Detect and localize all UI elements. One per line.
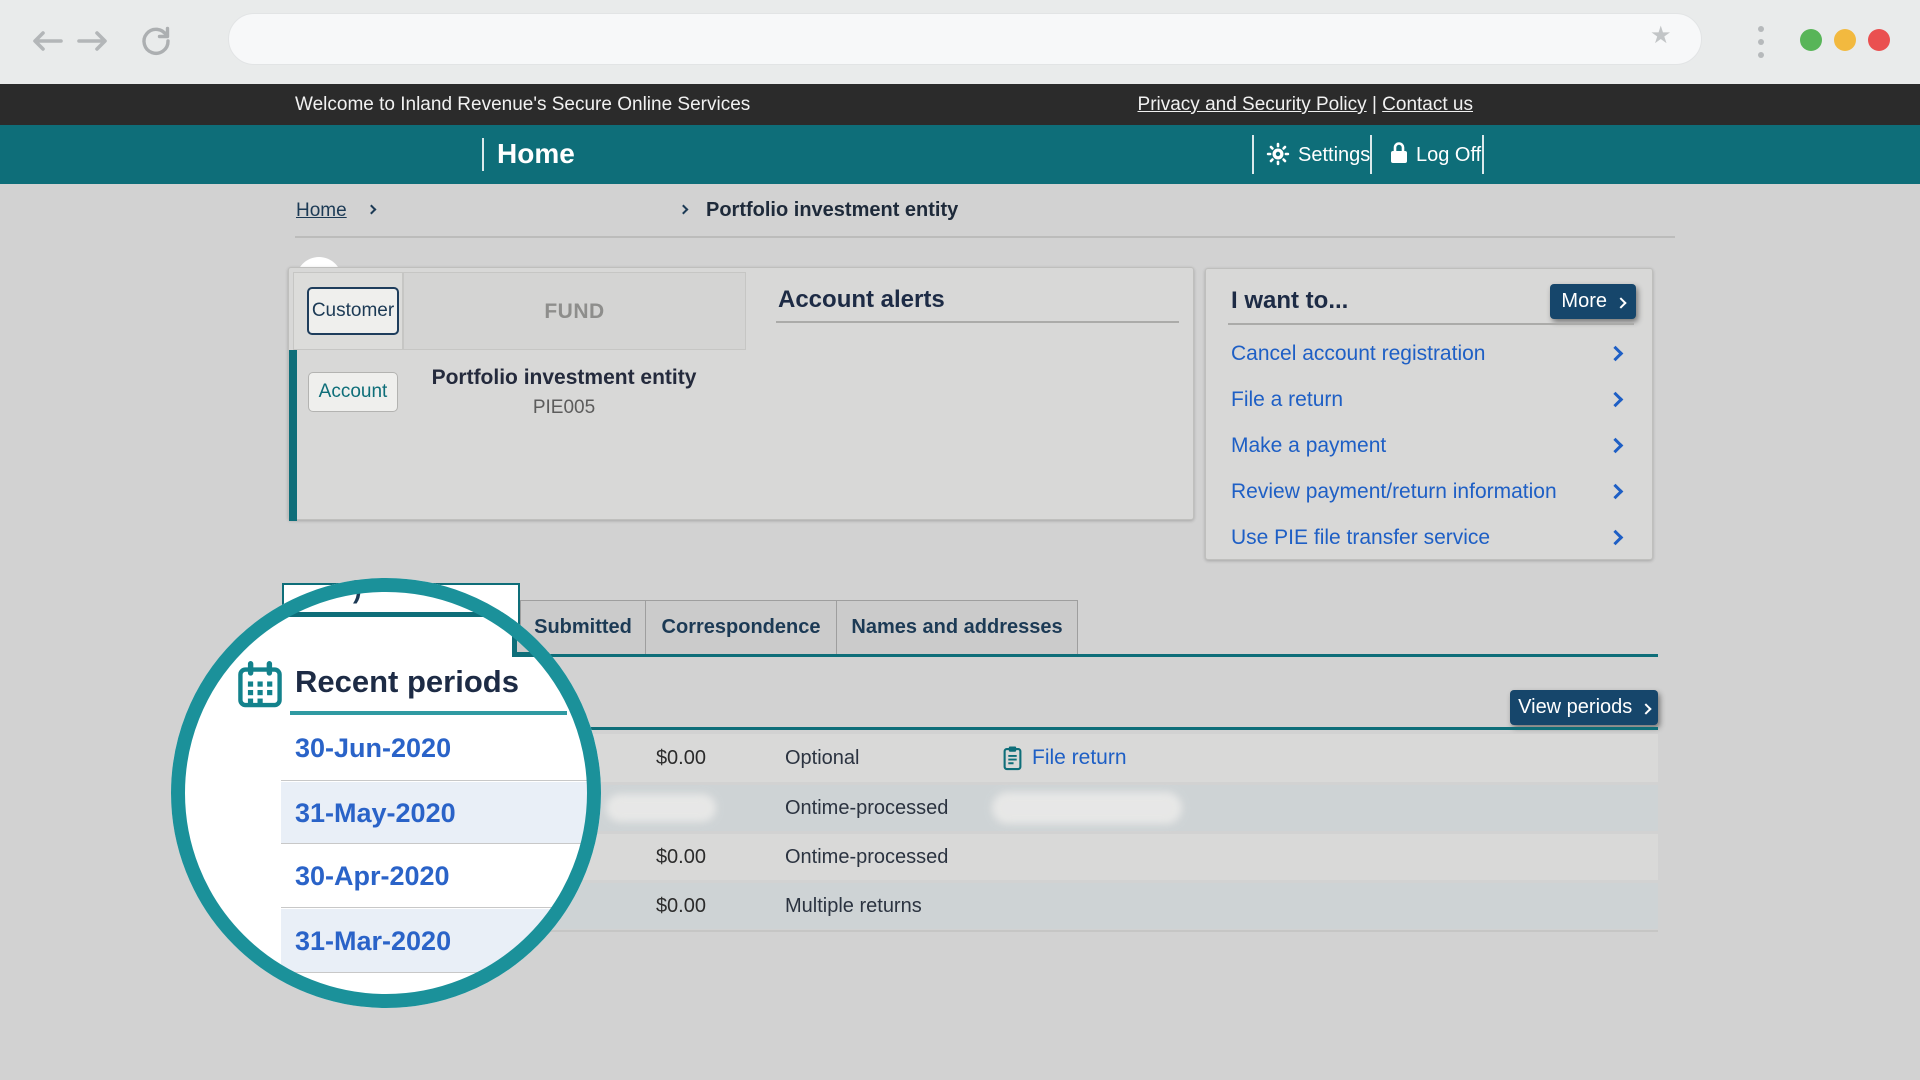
browser-reload-icon[interactable] bbox=[140, 25, 172, 57]
breadcrumb-divider bbox=[295, 236, 1675, 238]
browser-menu-icon[interactable] bbox=[1758, 26, 1764, 65]
browser-back-icon[interactable] bbox=[30, 28, 64, 54]
breadcrumb-current: Portfolio investment entity bbox=[706, 199, 958, 222]
screenshot-root: ★ Welcome to Inland Revenue's Secure Onl… bbox=[0, 0, 1920, 1080]
period-date-link[interactable]: 30-Jun-2020 bbox=[281, 715, 601, 781]
action-link-file-return[interactable]: File a return bbox=[1231, 377, 1629, 423]
header-divider bbox=[482, 138, 484, 171]
period-date-row[interactable]: 31-Mar-2020 bbox=[281, 909, 601, 973]
gear-icon bbox=[1266, 142, 1290, 166]
action-label: Review payment/return information bbox=[1231, 480, 1557, 503]
tab-names-addresses[interactable]: Names and addresses bbox=[836, 600, 1078, 655]
more-chevron-icon bbox=[1615, 297, 1626, 308]
period-date-link[interactable]: 30-Apr-2020 bbox=[281, 845, 601, 908]
account-alerts-title: Account alerts bbox=[778, 286, 945, 314]
chevron-right-icon bbox=[1608, 392, 1624, 408]
i-want-to-title: I want to... bbox=[1231, 287, 1348, 315]
settings-button[interactable]: Settings bbox=[1298, 143, 1370, 167]
window-dot-green[interactable] bbox=[1800, 29, 1822, 51]
view-periods-chevron-icon bbox=[1640, 703, 1651, 714]
breadcrumb-chevron-icon bbox=[367, 205, 377, 215]
magnified-tab-fragment: ) bbox=[353, 578, 362, 605]
action-link-cancel-registration[interactable]: Cancel account registration bbox=[1231, 331, 1629, 377]
welcome-text: Welcome to Inland Revenue's Secure Onlin… bbox=[295, 84, 750, 125]
account-alerts-divider bbox=[776, 321, 1179, 323]
action-label: Cancel account registration bbox=[1231, 342, 1485, 365]
period-date-row[interactable]: 31-May-2020 bbox=[281, 782, 601, 844]
redacted-amount-pill bbox=[606, 794, 716, 822]
chevron-right-icon bbox=[1608, 484, 1624, 500]
breadcrumb-chevron-icon-2 bbox=[679, 205, 689, 215]
privacy-policy-link[interactable]: Privacy and Security Policy bbox=[1138, 94, 1367, 115]
customer-button[interactable]: Customer bbox=[307, 287, 399, 335]
section-title: Home bbox=[497, 138, 575, 170]
browser-chrome: ★ bbox=[0, 0, 1920, 84]
account-accent-bar bbox=[289, 350, 297, 521]
i-want-to-panel: I want to... More Cancel account registr… bbox=[1205, 268, 1653, 560]
action-label: File a return bbox=[1231, 388, 1343, 411]
window-dot-red[interactable] bbox=[1868, 29, 1890, 51]
header-sep-1 bbox=[1252, 135, 1254, 174]
action-label: Use PIE file transfer service bbox=[1231, 526, 1490, 549]
log-off-button[interactable]: Log Off bbox=[1416, 143, 1481, 167]
action-link-make-payment[interactable]: Make a payment bbox=[1231, 423, 1629, 469]
tab-correspondence[interactable]: Correspondence bbox=[645, 600, 837, 655]
breadcrumb-home-link[interactable]: Home bbox=[296, 200, 347, 222]
period-date-row[interactable]: 30-Apr-2020 bbox=[281, 845, 601, 908]
view-periods-label: View periods bbox=[1518, 696, 1632, 718]
entity-block: Portfolio investment entity PIE005 bbox=[409, 366, 719, 419]
link-divider: | bbox=[1372, 94, 1377, 115]
welcome-bar: Welcome to Inland Revenue's Secure Onlin… bbox=[0, 84, 1920, 125]
magnified-tab-border bbox=[271, 612, 517, 617]
account-button[interactable]: Account bbox=[308, 372, 398, 412]
action-link-pie-file-transfer[interactable]: Use PIE file transfer service bbox=[1231, 515, 1629, 561]
period-date-link[interactable]: 31-Mar-2020 bbox=[281, 909, 601, 973]
url-bar[interactable] bbox=[228, 13, 1702, 65]
chevron-right-icon bbox=[1608, 438, 1624, 454]
chevron-right-icon bbox=[1608, 530, 1624, 546]
chevron-right-icon bbox=[1608, 346, 1624, 362]
i-want-to-divider bbox=[1228, 323, 1634, 325]
account-card: FUND Customer Account Portfolio investme… bbox=[288, 267, 1194, 520]
calendar-icon bbox=[235, 660, 285, 710]
file-return-link[interactable]: File return bbox=[1032, 734, 1127, 782]
row-status: Ontime-processed bbox=[785, 834, 948, 880]
entity-name: Portfolio investment entity bbox=[409, 366, 719, 390]
window-dot-yellow[interactable] bbox=[1834, 29, 1856, 51]
redacted-action-pill bbox=[992, 792, 1182, 824]
lock-icon bbox=[1388, 140, 1410, 166]
period-date-link[interactable]: 31-May-2020 bbox=[281, 782, 601, 844]
more-button-label: More bbox=[1561, 290, 1607, 312]
magnified-next-tab bbox=[517, 595, 601, 655]
recent-periods-title: Recent periods bbox=[295, 664, 519, 700]
browser-forward-icon[interactable] bbox=[76, 28, 110, 54]
fund-label: FUND bbox=[403, 272, 746, 350]
bookmark-star-icon[interactable]: ★ bbox=[1650, 24, 1672, 48]
magnified-tab-border-v bbox=[512, 595, 517, 657]
row-status: Optional bbox=[785, 734, 860, 782]
period-date-row[interactable]: 30-Jun-2020 bbox=[281, 715, 601, 781]
clipboard-icon bbox=[1002, 745, 1023, 771]
magnified-tabs-underline bbox=[517, 652, 601, 657]
action-link-review-payment-info[interactable]: Review payment/return information bbox=[1231, 469, 1629, 515]
app-header: ir myIR Home Settings Log O bbox=[0, 125, 1920, 184]
magnifier-circle: ) Recent periods 30-Jun-2020 31-May-2020… bbox=[171, 578, 601, 1008]
contact-us-link[interactable]: Contact us bbox=[1382, 94, 1473, 115]
action-label: Make a payment bbox=[1231, 434, 1386, 457]
row-status: Ontime-processed bbox=[785, 785, 948, 831]
more-button[interactable]: More bbox=[1550, 284, 1636, 319]
row-status: Multiple returns bbox=[785, 883, 922, 929]
header-sep-2 bbox=[1370, 135, 1372, 174]
entity-code: PIE005 bbox=[409, 397, 719, 419]
header-sep-3 bbox=[1482, 135, 1484, 174]
view-periods-button[interactable]: View periods bbox=[1510, 690, 1658, 725]
